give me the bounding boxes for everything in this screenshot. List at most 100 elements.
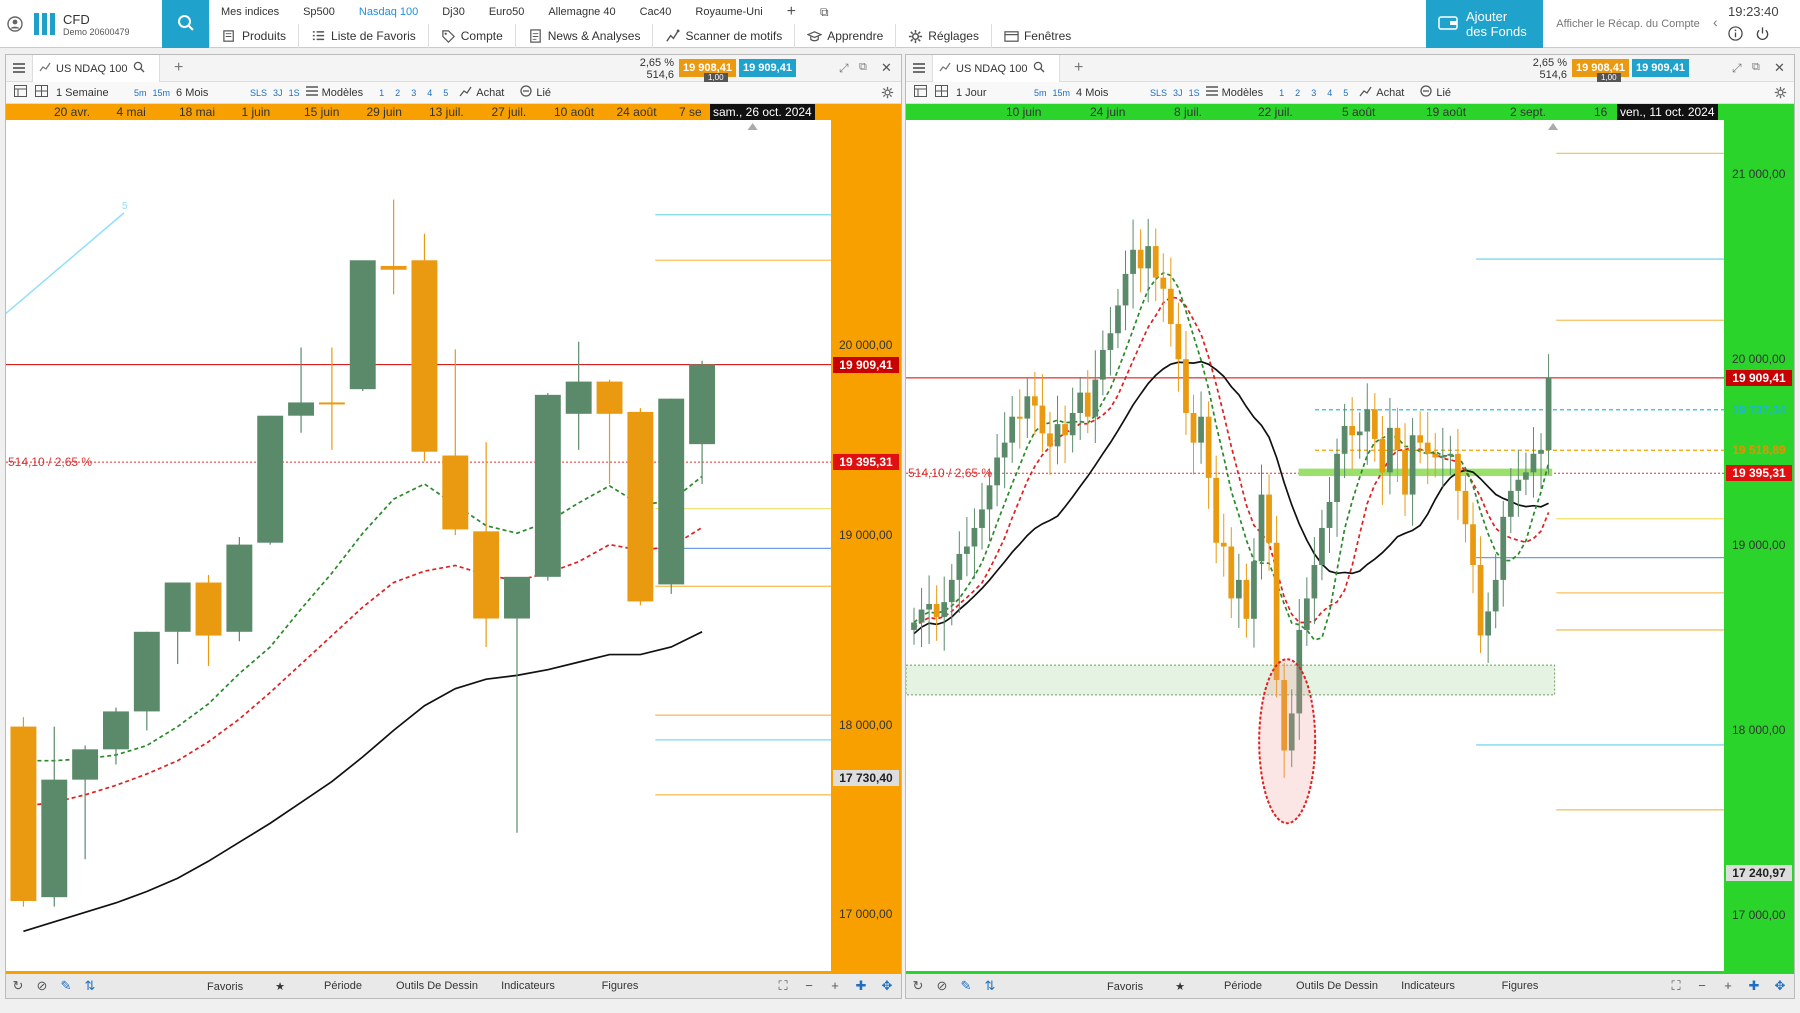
bottom-figures[interactable]: Figures: [574, 980, 666, 992]
add-funds-button[interactable]: Ajouter des Fonds: [1426, 0, 1543, 48]
chevron-left-icon[interactable]: ‹: [1713, 14, 1718, 30]
preset-button[interactable]: 1: [379, 88, 384, 98]
bottom-figures[interactable]: Figures: [1474, 980, 1566, 992]
fit-icon[interactable]: ⛶: [773, 978, 793, 994]
add-tab-icon[interactable]: +: [174, 59, 183, 77]
menu-produits[interactable]: Produits: [209, 24, 298, 48]
preset-button[interactable]: 2: [1295, 88, 1300, 98]
sls-button[interactable]: 1S: [289, 88, 300, 98]
search-icon[interactable]: [1033, 61, 1045, 76]
close-icon[interactable]: ✕: [881, 60, 892, 76]
sls-button[interactable]: 3J: [273, 88, 283, 98]
period-selector[interactable]: 1 Semaine: [56, 87, 126, 99]
buy-order-button[interactable]: Achat: [1376, 87, 1404, 99]
preset-button[interactable]: 4: [1327, 88, 1332, 98]
chart-canvas[interactable]: 5 514,10 / 2,65 %: [6, 120, 831, 973]
timeframe-button[interactable]: 5m: [1034, 88, 1047, 98]
expand-icon[interactable]: ⤢: [1732, 61, 1742, 76]
refresh-icon[interactable]: ↻: [6, 978, 30, 994]
bottom-favoris[interactable]: Favoris ★: [198, 980, 294, 993]
menu-news-analyses[interactable]: News & Analyses: [514, 24, 653, 48]
templates-button[interactable]: Modèles: [1222, 87, 1264, 99]
timeframe-button[interactable]: 15m: [153, 88, 171, 98]
lot-size[interactable]: 1,00: [1597, 73, 1621, 82]
settings-icon[interactable]: [881, 86, 894, 102]
link-icon[interactable]: [1420, 85, 1433, 100]
preset-button[interactable]: 2: [395, 88, 400, 98]
grid-icon[interactable]: [35, 85, 48, 100]
period-selector[interactable]: 1 Jour: [956, 87, 1026, 99]
bottom-période[interactable]: Période: [294, 980, 392, 992]
user-icon[interactable]: [0, 16, 30, 32]
magnet-icon[interactable]: ⇅: [78, 978, 102, 994]
preset-button[interactable]: 1: [1279, 88, 1284, 98]
bottom-indicateurs[interactable]: Indicateurs: [482, 980, 574, 992]
cross-icon[interactable]: ✥: [877, 978, 897, 994]
range-selector[interactable]: 4 Mois: [1076, 87, 1142, 99]
bottom-indicateurs[interactable]: Indicateurs: [1382, 980, 1474, 992]
crosshair-icon[interactable]: ✚: [851, 978, 871, 994]
index-tab[interactable]: Royaume-Uni: [683, 6, 774, 18]
buy-order-icon[interactable]: [1359, 86, 1372, 100]
menu-réglages[interactable]: Réglages: [895, 24, 991, 48]
menu-scanner-de-motifs[interactable]: Scanner de motifs: [652, 24, 794, 48]
preset-button[interactable]: 5: [1343, 88, 1348, 98]
zoom-in-icon[interactable]: +: [825, 978, 845, 994]
preset-button[interactable]: 3: [411, 88, 416, 98]
menu-liste-de-favoris[interactable]: Liste de Favoris: [298, 24, 428, 48]
bottom-favoris[interactable]: Favoris ★: [1098, 980, 1194, 993]
menu-apprendre[interactable]: Apprendre: [794, 24, 895, 48]
instrument-tab[interactable]: US NDAQ 100: [932, 55, 1060, 82]
index-tab[interactable]: Nasdaq 100: [347, 6, 430, 18]
popout-icon[interactable]: ⧉: [859, 61, 867, 74]
search-icon[interactable]: [133, 61, 145, 76]
hamburger-icon[interactable]: [12, 61, 26, 78]
reset-icon[interactable]: ⊘: [930, 978, 954, 994]
layout-icon[interactable]: [14, 85, 27, 100]
sls-button[interactable]: SLS: [250, 88, 267, 98]
info-icon[interactable]: [1728, 26, 1743, 44]
magnet-icon[interactable]: ⇅: [978, 978, 1002, 994]
buy-button[interactable]: 19 909,41: [739, 59, 796, 77]
zoom-in-icon[interactable]: +: [1718, 978, 1738, 994]
instrument-tab[interactable]: US NDAQ 100: [32, 55, 160, 82]
popout-icon[interactable]: ⧉: [1752, 61, 1760, 74]
buy-order-icon[interactable]: [459, 86, 472, 100]
refresh-icon[interactable]: ↻: [906, 978, 930, 994]
sls-button[interactable]: 3J: [1173, 88, 1183, 98]
settings-icon[interactable]: [1774, 86, 1787, 102]
layout-icon[interactable]: [914, 85, 927, 100]
pencil-icon[interactable]: ✎: [954, 978, 978, 994]
timeframe-button[interactable]: 15m: [1053, 88, 1071, 98]
preset-button[interactable]: 3: [1311, 88, 1316, 98]
bottom-outils-de-dessin[interactable]: Outils De Dessin: [1292, 980, 1382, 992]
chart-canvas[interactable]: 514,10 / 2,65 %: [906, 120, 1724, 973]
link-icon[interactable]: [520, 85, 533, 100]
zoom-out-icon[interactable]: −: [1692, 978, 1712, 994]
close-icon[interactable]: ✕: [1774, 60, 1785, 76]
sls-button[interactable]: 1S: [1189, 88, 1200, 98]
expand-icon[interactable]: ⤢: [839, 61, 849, 76]
sls-button[interactable]: SLS: [1150, 88, 1167, 98]
zoom-out-icon[interactable]: −: [799, 978, 819, 994]
reset-icon[interactable]: ⊘: [30, 978, 54, 994]
link-button[interactable]: Lié: [1436, 87, 1451, 99]
add-tab-icon[interactable]: +: [1074, 59, 1083, 77]
templates-icon[interactable]: [1205, 85, 1218, 100]
add-index-icon[interactable]: +: [775, 3, 808, 21]
hamburger-icon[interactable]: [912, 61, 926, 78]
account-summary-link[interactable]: Afficher le Récap. du Compte: [1543, 0, 1713, 48]
pencil-icon[interactable]: ✎: [54, 978, 78, 994]
preset-button[interactable]: 5: [443, 88, 448, 98]
index-tab[interactable]: Dj30: [430, 6, 477, 18]
buy-order-button[interactable]: Achat: [476, 87, 504, 99]
popout-icon[interactable]: ⧉: [808, 5, 841, 20]
index-tab[interactable]: Cac40: [628, 6, 684, 18]
templates-icon[interactable]: [305, 85, 318, 100]
crosshair-icon[interactable]: ✚: [1744, 978, 1764, 994]
templates-button[interactable]: Modèles: [322, 87, 364, 99]
lot-size[interactable]: 1,00: [704, 73, 728, 82]
range-selector[interactable]: 6 Mois: [176, 87, 242, 99]
search-button[interactable]: [162, 0, 209, 48]
bottom-outils-de-dessin[interactable]: Outils De Dessin: [392, 980, 482, 992]
